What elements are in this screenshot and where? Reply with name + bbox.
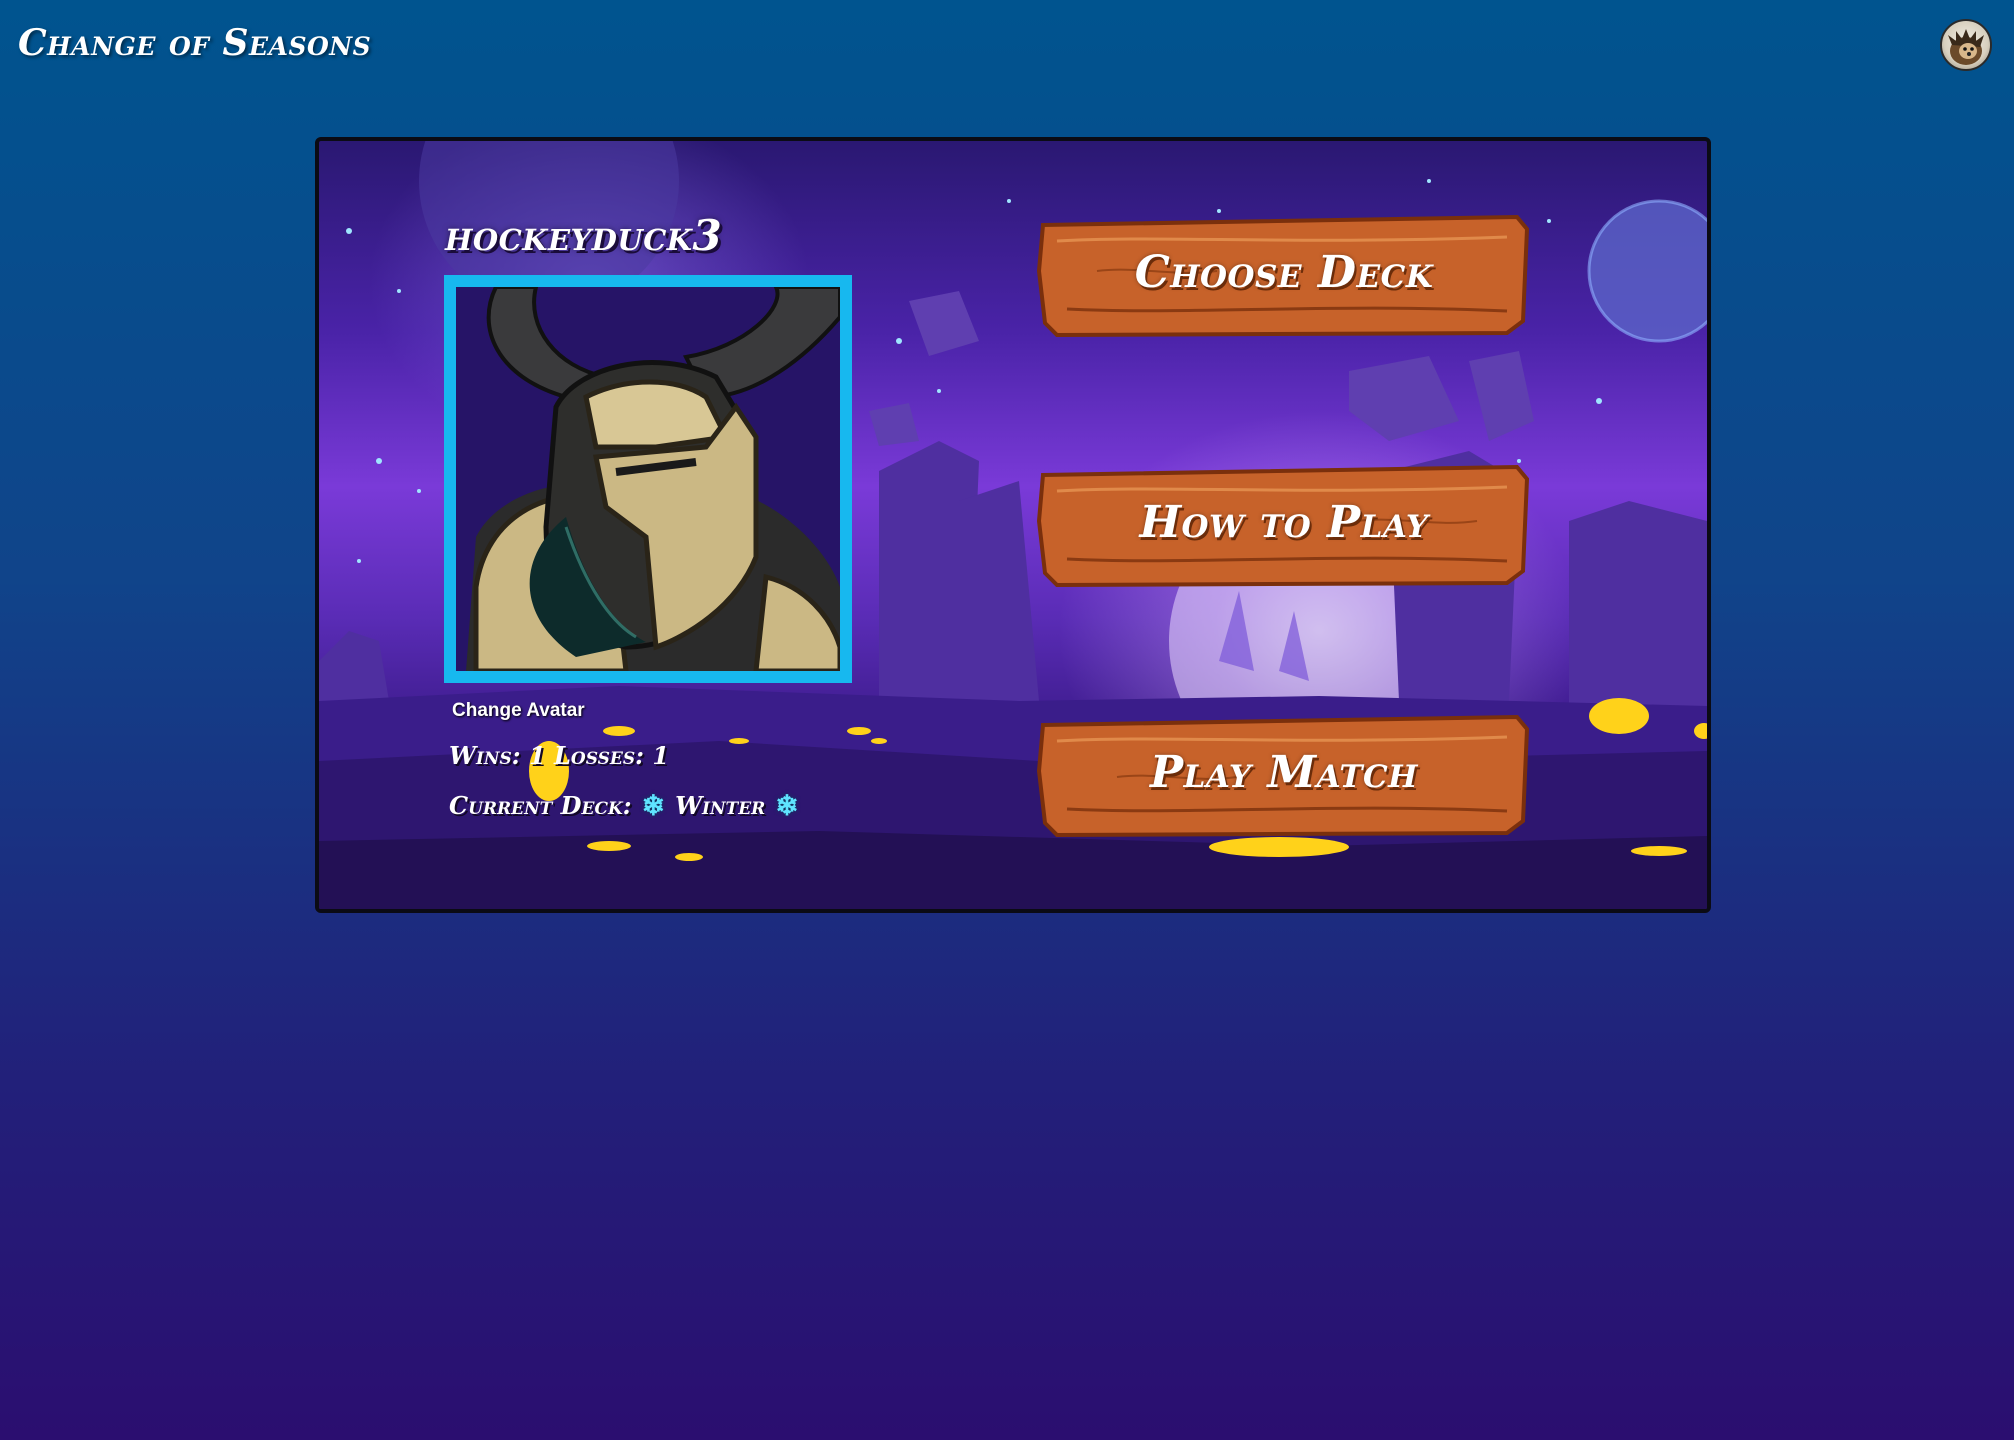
how-to-play-label: How to Play: [1139, 496, 1429, 548]
app-title: Change of Seasons: [18, 22, 372, 64]
how-to-play-button[interactable]: How to Play: [1037, 461, 1531, 589]
play-match-label: Play Match: [1150, 746, 1418, 798]
current-deck-value: Winter: [675, 791, 766, 820]
player-username: hockeyduck3: [445, 211, 723, 260]
losses-label: Losses:: [554, 741, 644, 770]
snowflake-icon: ❄: [641, 789, 666, 822]
game-menu-panel: hockeyduck3 Change Avatar Wins: 1 Losses…: [315, 137, 1711, 913]
wins-value: 1: [528, 741, 546, 770]
losses-value: 1: [652, 741, 670, 770]
player-avatar[interactable]: [444, 275, 852, 683]
wins-label: Wins:: [449, 741, 521, 770]
snowflake-icon: ❄: [775, 789, 799, 822]
current-deck-label: Current Deck:: [449, 791, 632, 820]
current-deck: Current Deck: ❄ Winter ❄: [449, 789, 799, 822]
play-match-button[interactable]: Play Match: [1037, 711, 1531, 839]
horned-knight-helmet-icon: [456, 287, 840, 671]
change-avatar-link[interactable]: Change Avatar: [452, 700, 585, 722]
choose-deck-label: Choose Deck: [1134, 246, 1434, 298]
choose-deck-button[interactable]: Choose Deck: [1037, 211, 1531, 339]
win-loss-record: Wins: 1 Losses: 1: [449, 741, 669, 770]
hedgehog-avatar-icon[interactable]: [1940, 19, 1992, 71]
